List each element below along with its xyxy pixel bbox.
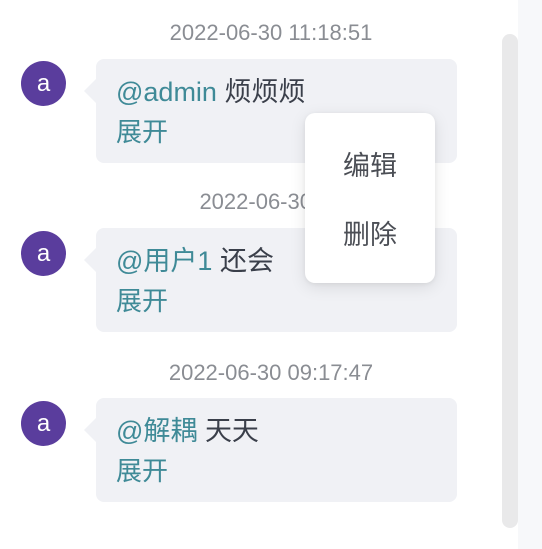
message-bubble[interactable]: @解耦 天天 展开 xyxy=(84,398,457,502)
side-panel-edge xyxy=(518,0,542,549)
message-content: @admin 烦烦烦 xyxy=(116,75,305,109)
message-context-menu: 编辑 删除 xyxy=(305,113,435,283)
message-text: 天天 xyxy=(204,416,259,446)
mention-link[interactable]: @解耦 xyxy=(116,416,197,446)
message-timestamp: 2022-06-30 11:18:51 xyxy=(169,20,373,45)
chat-message-list: 2022-06-30 11:18:51 a @admin 烦烦烦 展开 2022… xyxy=(0,0,518,549)
avatar[interactable]: a xyxy=(21,231,66,276)
expand-link[interactable]: 展开 xyxy=(116,116,168,148)
mention-link[interactable]: @用户1 xyxy=(116,246,212,276)
message-text: 还会 xyxy=(219,246,274,276)
edit-menu-item[interactable]: 编辑 xyxy=(305,149,435,183)
mention-link[interactable]: @admin xyxy=(116,77,217,107)
expand-link[interactable]: 展开 xyxy=(116,285,168,317)
message-text: 烦烦烦 xyxy=(224,77,306,107)
expand-link[interactable]: 展开 xyxy=(116,455,168,487)
message-content: @解耦 天天 xyxy=(116,414,259,448)
message-timestamp: 2022-06-30 10 xyxy=(199,189,343,214)
scrollbar[interactable] xyxy=(502,34,518,528)
message-content: @用户1 还会 xyxy=(116,244,274,278)
delete-menu-item[interactable]: 删除 xyxy=(305,218,435,252)
avatar[interactable]: a xyxy=(21,401,66,446)
avatar[interactable]: a xyxy=(21,61,66,106)
message-timestamp: 2022-06-30 09:17:47 xyxy=(168,360,374,385)
